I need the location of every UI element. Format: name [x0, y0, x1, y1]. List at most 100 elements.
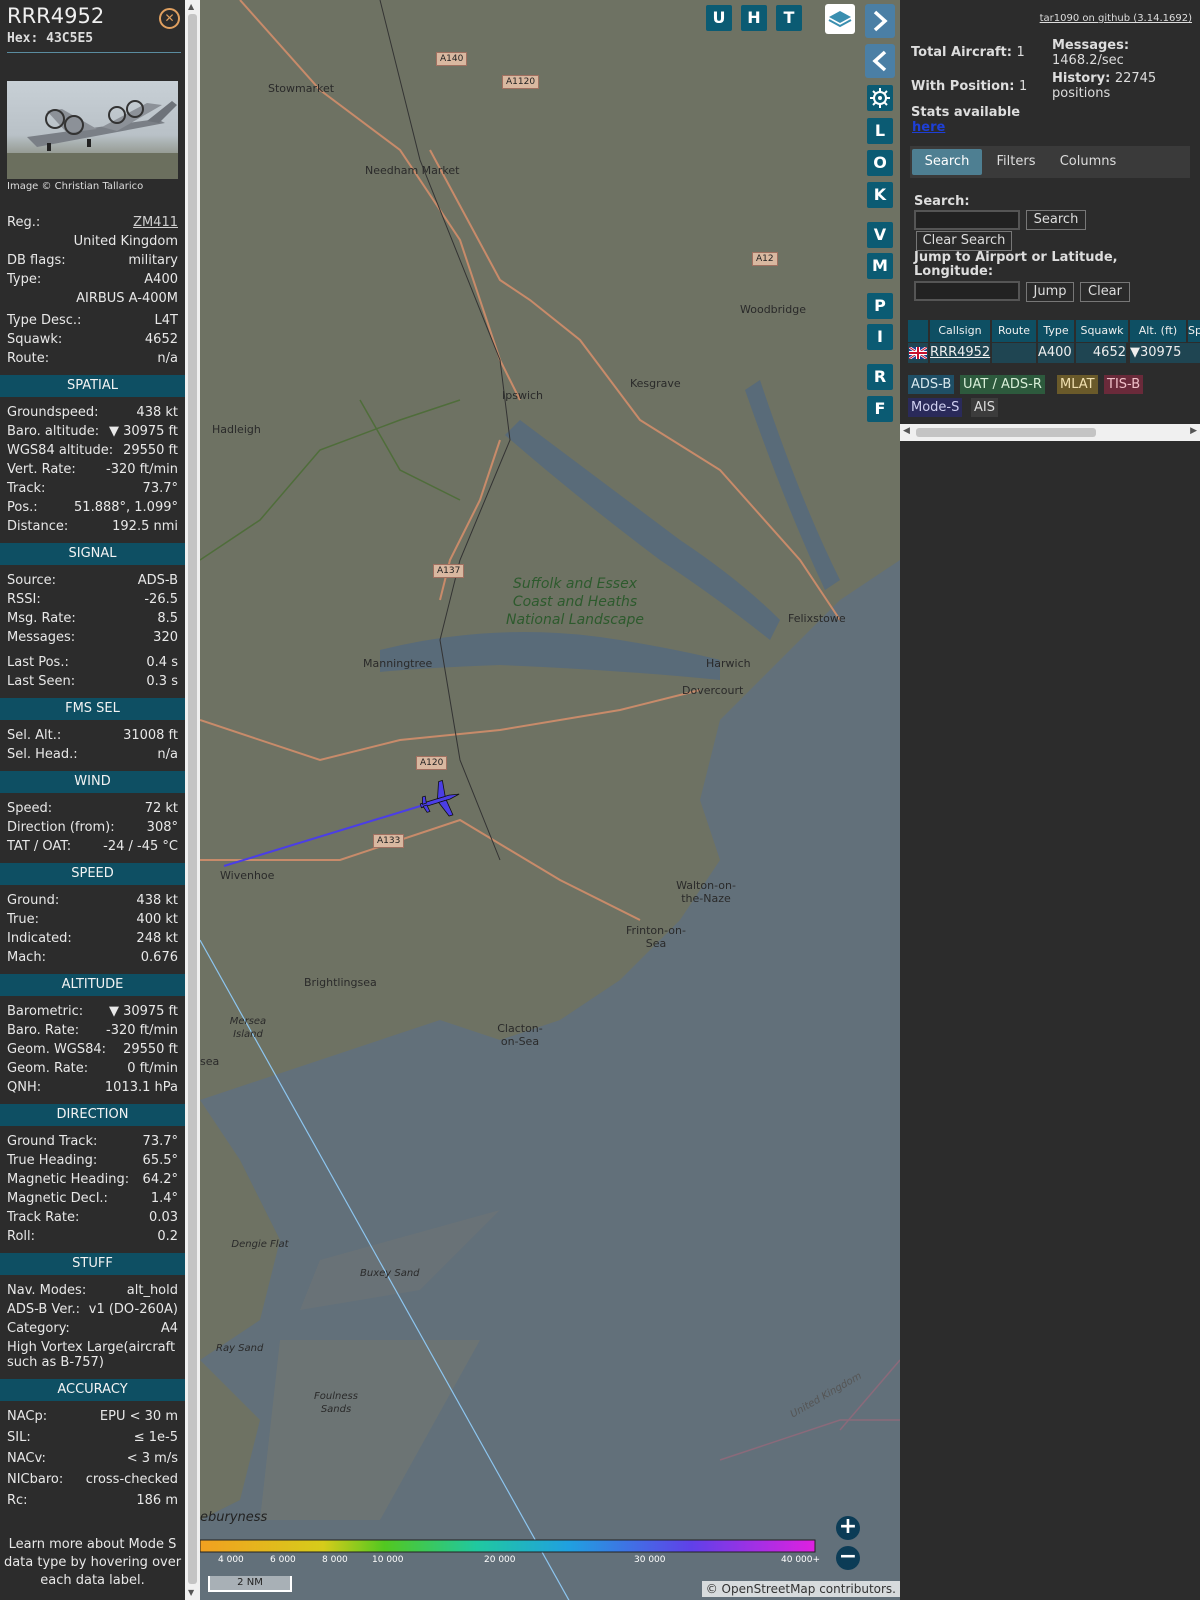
general-label[interactable]: DB flags: [7, 251, 66, 270]
spatial-label[interactable]: Pos.: [7, 498, 38, 517]
stats-link[interactable]: here [912, 120, 945, 135]
search-input[interactable] [914, 210, 1020, 230]
zoom-out-button[interactable]: − [836, 1546, 860, 1570]
signal-label[interactable]: Last Pos.: [7, 653, 69, 672]
control-o-button[interactable]: O [867, 150, 893, 176]
general-label[interactable]: Type: [7, 270, 41, 289]
table-header-type[interactable]: Type [1038, 320, 1074, 342]
map-view[interactable]: Stowmarket Needham Market Woodbridge Ipswic… [200, 0, 900, 1600]
search-button[interactable]: Search [1026, 210, 1086, 230]
speed-label[interactable]: Ground: [7, 891, 59, 910]
wind-label[interactable]: TAT / OAT: [7, 837, 71, 856]
chip-adsb[interactable]: ADS-B [908, 375, 955, 394]
tab-columns[interactable]: Columns [1048, 149, 1128, 175]
signal-label[interactable]: RSSI: [7, 590, 41, 609]
control-m-button[interactable]: M [867, 253, 893, 279]
general-label[interactable]: Reg.: [7, 213, 40, 232]
tab-filters[interactable]: Filters [988, 149, 1044, 175]
control-t-button[interactable]: T [776, 5, 802, 31]
accuracy-label[interactable]: NACp: [7, 1407, 47, 1426]
registration-link[interactable]: ZM411 [133, 213, 178, 232]
speed-label[interactable]: True: [7, 910, 39, 929]
direction-label[interactable]: True Heading: [7, 1151, 97, 1170]
control-f-button[interactable]: F [867, 396, 893, 422]
jump-button[interactable]: Jump [1026, 282, 1074, 302]
zoom-in-button[interactable]: + [836, 1516, 860, 1540]
chip-modes[interactable]: Mode-S [908, 398, 963, 417]
altitude-label[interactable]: Baro. Rate: [7, 1021, 79, 1040]
direction-label[interactable]: Magnetic Heading: [7, 1170, 129, 1189]
speed-label[interactable]: Mach: [7, 948, 46, 967]
wind-label[interactable]: Direction (from): [7, 818, 115, 837]
jump-input[interactable] [914, 281, 1020, 301]
table-header-squawk[interactable]: Squawk [1076, 320, 1128, 342]
spatial-label[interactable]: Vert. Rate: [7, 460, 76, 479]
direction-label[interactable]: Ground Track: [7, 1132, 97, 1151]
spatial-label[interactable]: Groundspeed: [7, 403, 98, 422]
settings-button[interactable] [867, 85, 893, 111]
spatial-label[interactable]: Distance: [7, 517, 68, 536]
accuracy-label[interactable]: NACv: [7, 1449, 46, 1468]
chip-tisb[interactable]: TIS-B [1104, 375, 1144, 394]
control-h-button[interactable]: H [741, 5, 767, 31]
altitude-label[interactable]: Geom. Rate: [7, 1059, 88, 1078]
signal-label[interactable]: Last Seen: [7, 672, 75, 691]
scroll-up-icon[interactable]: ▲ [188, 2, 194, 11]
altitude-label[interactable]: Barometric: [7, 1002, 83, 1021]
altitude-label[interactable]: QNH: [7, 1078, 41, 1097]
control-l-button[interactable]: L [867, 118, 893, 144]
scroll-left-icon[interactable]: ◀ [903, 426, 910, 436]
scroll-right-icon[interactable]: ▶ [1190, 426, 1197, 436]
table-horizontal-scrollbar[interactable]: ◀ ▶ [900, 424, 1200, 441]
chip-uat[interactable]: UAT / ADS-R [960, 375, 1045, 394]
clear-search-button[interactable]: Clear Search [916, 231, 1012, 251]
map-attribution[interactable]: © OpenStreetMap contributors. [701, 1581, 900, 1597]
table-header-callsign[interactable]: Callsign [930, 320, 990, 342]
table-header-route[interactable]: Route [992, 320, 1036, 342]
table-header-speed[interactable]: Sp [1188, 320, 1200, 342]
direction-label[interactable]: Roll: [7, 1227, 35, 1246]
github-link[interactable]: tar1090 on github (3.14.1692) [1040, 13, 1192, 24]
collapse-sidebar-button[interactable] [865, 44, 895, 78]
stuff-label[interactable]: Nav. Modes: [7, 1281, 86, 1300]
altitude-label[interactable]: Geom. WGS84: [7, 1040, 106, 1059]
speed-label[interactable]: Indicated: [7, 929, 72, 948]
layers-icon[interactable] [825, 4, 855, 34]
wind-label[interactable]: Speed: [7, 799, 52, 818]
hex-code[interactable]: 43C5E5 [46, 31, 93, 46]
table-cell-callsign[interactable]: RRR4952 [930, 343, 990, 363]
chip-ais[interactable]: AIS [971, 398, 998, 417]
stuff-label[interactable]: ADS-B Ver.: [7, 1300, 80, 1319]
spatial-label[interactable]: WGS84 altitude: [7, 441, 113, 460]
direction-label[interactable]: Track Rate: [7, 1208, 79, 1227]
scrollbar-thumb[interactable] [916, 428, 1096, 437]
scrollbar-thumb[interactable] [188, 14, 197, 1584]
general-label[interactable]: Type Desc.: [7, 311, 81, 330]
general-label[interactable]: Route: [7, 349, 49, 368]
spatial-label[interactable]: Baro. altitude: [7, 422, 99, 441]
direction-label[interactable]: Magnetic Decl.: [7, 1189, 108, 1208]
signal-label[interactable]: Msg. Rate: [7, 609, 76, 628]
fms-label[interactable]: Sel. Head.: [7, 745, 78, 764]
chip-mlat[interactable]: MLAT [1057, 375, 1098, 394]
accuracy-label[interactable]: SIL: [7, 1428, 31, 1447]
aircraft-photo[interactable] [7, 81, 178, 179]
signal-label[interactable]: Messages: [7, 628, 75, 647]
table-header-altitude[interactable]: Alt. (ft) [1130, 320, 1186, 342]
control-u-button[interactable]: U [706, 5, 732, 31]
control-r-button[interactable]: R [867, 364, 893, 390]
accuracy-label[interactable]: NICbaro: [7, 1470, 63, 1489]
stuff-label[interactable]: Category: [7, 1319, 70, 1338]
fms-label[interactable]: Sel. Alt.: [7, 726, 61, 745]
control-k-button[interactable]: K [867, 182, 893, 208]
control-v-button[interactable]: V [867, 222, 893, 248]
control-p-button[interactable]: P [867, 293, 893, 319]
spatial-label[interactable]: Track: [7, 479, 45, 498]
clear-button[interactable]: Clear [1080, 282, 1130, 302]
expand-sidebar-button[interactable] [865, 4, 895, 38]
info-panel-scrollbar[interactable]: ▲ ▼ [185, 0, 200, 1600]
tab-search[interactable]: Search [912, 149, 982, 175]
scroll-down-icon[interactable]: ▼ [188, 1588, 194, 1597]
general-label[interactable]: Squawk: [7, 330, 62, 349]
accuracy-label[interactable]: Rc: [7, 1491, 28, 1510]
